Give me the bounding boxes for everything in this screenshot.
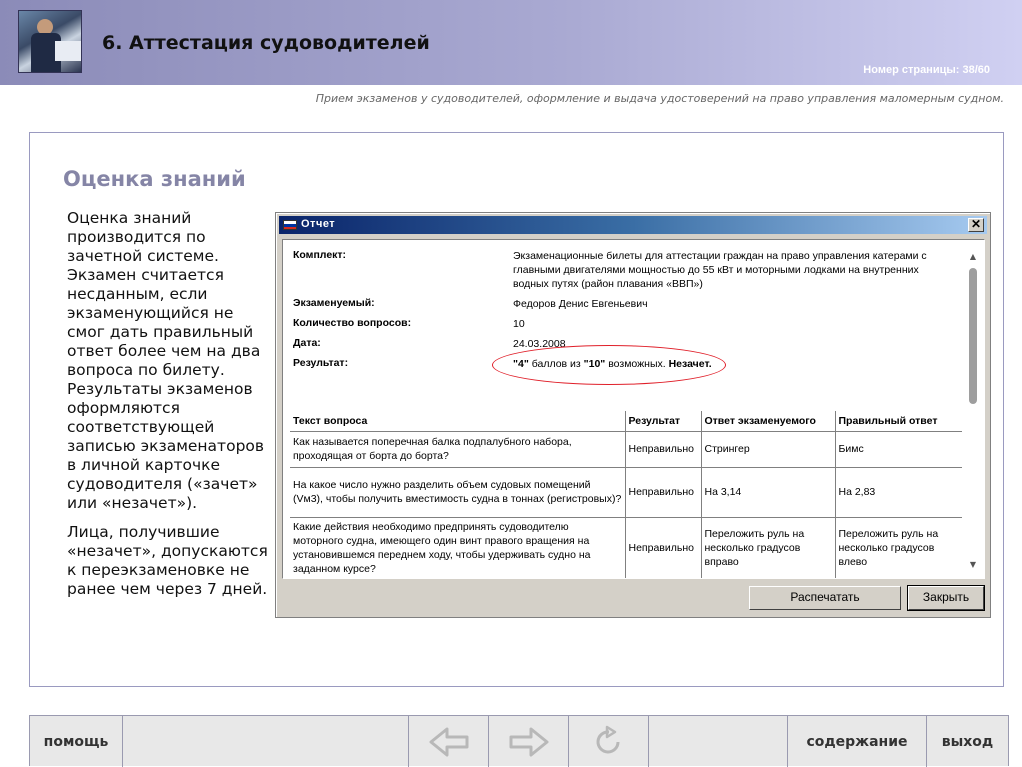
examinee-row: Экзаменуемый: Федоров Денис Евгеньевич <box>293 297 648 310</box>
scroll-thumb[interactable] <box>969 268 977 404</box>
header-photo <box>18 10 82 73</box>
question-cell: На какое число нужно разделить объем суд… <box>290 467 626 518</box>
kit-value: Экзаменационные билеты для аттестации гр… <box>513 250 927 290</box>
questions-table: Текст вопроса Результат Ответ экзаменуем… <box>290 411 962 578</box>
report-pane: Комплект: Экзаменационные билеты для атт… <box>282 239 985 579</box>
correct-cell: На 2,83 <box>835 467 962 518</box>
header-correct: Правильный ответ <box>835 411 962 432</box>
flag-icon <box>283 220 297 230</box>
header-question: Текст вопроса <box>290 411 626 432</box>
exit-button[interactable]: выход <box>927 716 1008 767</box>
report-dialog: Отчет ✕ Комплект: Экзаменационные билеты… <box>275 212 991 618</box>
result-highlight-ellipse <box>492 345 726 385</box>
contents-button[interactable]: содержание <box>788 716 927 767</box>
close-button[interactable]: Закрыть <box>907 585 985 611</box>
result-cell: Неправильно <box>625 517 702 578</box>
date-row: Дата: 24.03.2008 <box>293 337 566 350</box>
correct-cell: Бимс <box>835 431 962 468</box>
count-value: 10 <box>513 318 525 330</box>
section-title: Оценка знаний <box>63 167 246 191</box>
kit-row: Комплект: Экзаменационные билеты для атт… <box>293 249 927 290</box>
footer-spacer <box>649 716 788 767</box>
result-row: Результат: "4" баллов из "10" возможных.… <box>293 357 712 370</box>
result-label: Результат: <box>293 357 349 369</box>
kit-label: Комплект: <box>293 249 347 261</box>
header-answer: Ответ экзаменуемого <box>701 411 836 432</box>
scroll-down-arrow-icon[interactable]: ▼ <box>968 560 978 570</box>
result-cell: Неправильно <box>625 467 702 518</box>
result-cell: Неправильно <box>625 431 702 468</box>
dialog-titlebar[interactable]: Отчет ✕ <box>279 216 987 234</box>
body-paragraph: Лица, получившие «незачет», допускаются … <box>67 523 268 598</box>
body-text: Оценка знаний производится по зачетной с… <box>67 209 275 609</box>
answer-cell: На 3,14 <box>701 467 836 518</box>
question-cell: Как называется поперечная балка подпалуб… <box>290 431 626 468</box>
reload-icon[interactable] <box>569 716 649 767</box>
footer-spacer <box>123 716 409 767</box>
table-row: На какое число нужно разделить объем суд… <box>290 467 962 518</box>
count-label: Количество вопросов: <box>293 317 412 329</box>
chapter-subtitle: Прием экзаменов у судоводителей, оформле… <box>315 92 1004 105</box>
answer-cell: Переложить руль на несколько градусов вп… <box>701 517 836 578</box>
examinee-value: Федоров Денис Евгеньевич <box>513 298 648 310</box>
footer-nav: помощь содержание выход <box>29 715 1009 767</box>
table-row: Какие действия необходимо предпринять су… <box>290 517 962 578</box>
scroll-up-arrow-icon[interactable]: ▲ <box>968 252 978 262</box>
page-number: Номер страницы: 38/60 <box>863 64 990 76</box>
forward-arrow-icon[interactable] <box>489 716 569 767</box>
back-arrow-icon[interactable] <box>409 716 489 767</box>
table-row: Как называется поперечная балка подпалуб… <box>290 431 962 468</box>
correct-cell: Переложить руль на несколько градусов вл… <box>835 517 962 578</box>
count-row: Количество вопросов: 10 <box>293 317 525 330</box>
answer-cell: Стрингер <box>701 431 836 468</box>
header-result: Результат <box>625 411 702 432</box>
close-icon[interactable]: ✕ <box>968 218 984 232</box>
print-button[interactable]: Распечатать <box>749 586 901 610</box>
date-label: Дата: <box>293 337 321 349</box>
header-banner: 6. Аттестация судоводителей Номер страни… <box>0 0 1022 85</box>
body-paragraph: Оценка знаний производится по зачетной с… <box>67 209 265 512</box>
page-title: 6. Аттестация судоводителей <box>102 32 430 54</box>
dialog-title: Отчет <box>301 218 336 230</box>
report-scrollbar[interactable]: ▲ ▼ <box>966 252 980 570</box>
question-cell: Какие действия необходимо предпринять су… <box>290 517 626 578</box>
examinee-label: Экзаменуемый: <box>293 297 375 309</box>
help-button[interactable]: помощь <box>30 716 123 767</box>
